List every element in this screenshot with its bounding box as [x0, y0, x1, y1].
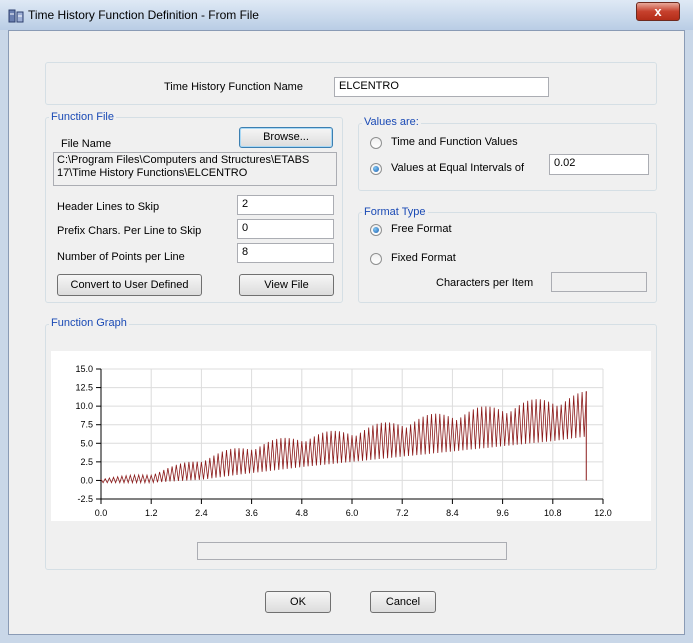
- x-tick-label: 2.4: [195, 508, 208, 518]
- points-per-line-input[interactable]: 8: [237, 243, 334, 263]
- close-button[interactable]: x: [636, 2, 680, 21]
- file-name-label: File Name: [61, 138, 112, 150]
- function-name-label: Time History Function Name: [164, 81, 303, 93]
- y-tick-label: 5.0: [80, 438, 93, 448]
- x-tick-label: 9.6: [496, 508, 509, 518]
- free-format-radio[interactable]: [370, 224, 382, 236]
- function-name-input[interactable]: ELCENTRO: [334, 77, 549, 97]
- y-tick-label: 0.0: [80, 475, 93, 485]
- browse-button[interactable]: Browse...: [239, 127, 333, 148]
- browse-button-label: Browse...: [263, 131, 309, 143]
- y-tick-label: -2.5: [77, 494, 93, 504]
- equal-intervals-label: Values at Equal Intervals of: [391, 162, 525, 174]
- graph-area: 0.0 1.2 2.4 3.6 4.8 6.0 7.2 8.4 9.6 10.8 12.0 15.0 1…: [51, 351, 651, 521]
- time-and-function-values-radio[interactable]: [370, 137, 382, 149]
- graph-status-bar: [197, 542, 507, 560]
- characters-per-item-input[interactable]: [551, 272, 647, 292]
- header-lines-input[interactable]: 2: [237, 195, 334, 215]
- x-tick-label: 7.2: [396, 508, 409, 518]
- equal-intervals-radio[interactable]: [370, 163, 382, 175]
- values-are-legend: Values are:: [362, 116, 421, 128]
- x-tick-label: 4.8: [296, 508, 309, 518]
- file-path-line-1: C:\Program Files\Computers and Structure…: [57, 154, 310, 166]
- x-tick-label: 1.2: [145, 508, 158, 518]
- header-lines-label: Header Lines to Skip: [57, 201, 160, 213]
- fixed-format-label: Fixed Format: [391, 252, 456, 264]
- y-tick-label: 12.5: [75, 383, 93, 393]
- function-graph-legend: Function Graph: [49, 317, 129, 329]
- function-file-legend: Function File: [49, 111, 116, 123]
- cancel-button[interactable]: Cancel: [370, 591, 436, 613]
- y-tick-label: 10.0: [75, 401, 93, 411]
- dialog-client-area: Time History Function Name ELCENTRO Func…: [8, 30, 685, 635]
- prefix-chars-label: Prefix Chars. Per Line to Skip: [57, 225, 202, 237]
- dialog-window: Time History Function Definition - From …: [0, 0, 693, 643]
- file-path-display: C:\Program Files\Computers and Structure…: [53, 152, 337, 186]
- view-file-button-label: View File: [264, 279, 309, 291]
- fixed-format-radio[interactable]: [370, 253, 382, 265]
- x-tick-label: 10.8: [544, 508, 562, 518]
- x-tick-label: 8.4: [446, 508, 459, 518]
- format-type-legend: Format Type: [362, 206, 428, 218]
- title-bar: Time History Function Definition - From …: [0, 0, 693, 30]
- convert-button-label: Convert to User Defined: [70, 279, 189, 291]
- free-format-label: Free Format: [391, 223, 452, 235]
- y-tick-label: 15.0: [75, 364, 93, 374]
- points-per-line-label: Number of Points per Line: [57, 251, 185, 263]
- ok-button[interactable]: OK: [265, 591, 331, 613]
- function-series-line: [100, 391, 587, 485]
- x-tick-label: 3.6: [245, 508, 258, 518]
- app-icon: [8, 9, 24, 23]
- function-graph-chart: 0.0 1.2 2.4 3.6 4.8 6.0 7.2 8.4 9.6 10.8 12.0 15.0 1…: [75, 364, 612, 518]
- window-title: Time History Function Definition - From …: [28, 8, 259, 22]
- ok-button-label: OK: [290, 596, 306, 608]
- convert-to-user-defined-button[interactable]: Convert to User Defined: [57, 274, 202, 296]
- x-tick-label: 12.0: [594, 508, 612, 518]
- cancel-button-label: Cancel: [385, 596, 421, 608]
- x-tick-label: 6.0: [346, 508, 359, 518]
- y-tick-label: 7.5: [80, 420, 93, 430]
- file-path-line-2: 17\Time History Functions\ELCENTRO: [57, 167, 248, 179]
- prefix-chars-input[interactable]: 0: [237, 219, 334, 239]
- characters-per-item-label: Characters per Item: [436, 277, 534, 289]
- x-tick-label: 0.0: [95, 508, 108, 518]
- time-and-function-values-label: Time and Function Values: [391, 136, 518, 148]
- close-icon: x: [654, 4, 662, 19]
- y-tick-label: 2.5: [80, 457, 93, 467]
- view-file-button[interactable]: View File: [239, 274, 334, 296]
- interval-value-input[interactable]: 0.02: [549, 154, 649, 175]
